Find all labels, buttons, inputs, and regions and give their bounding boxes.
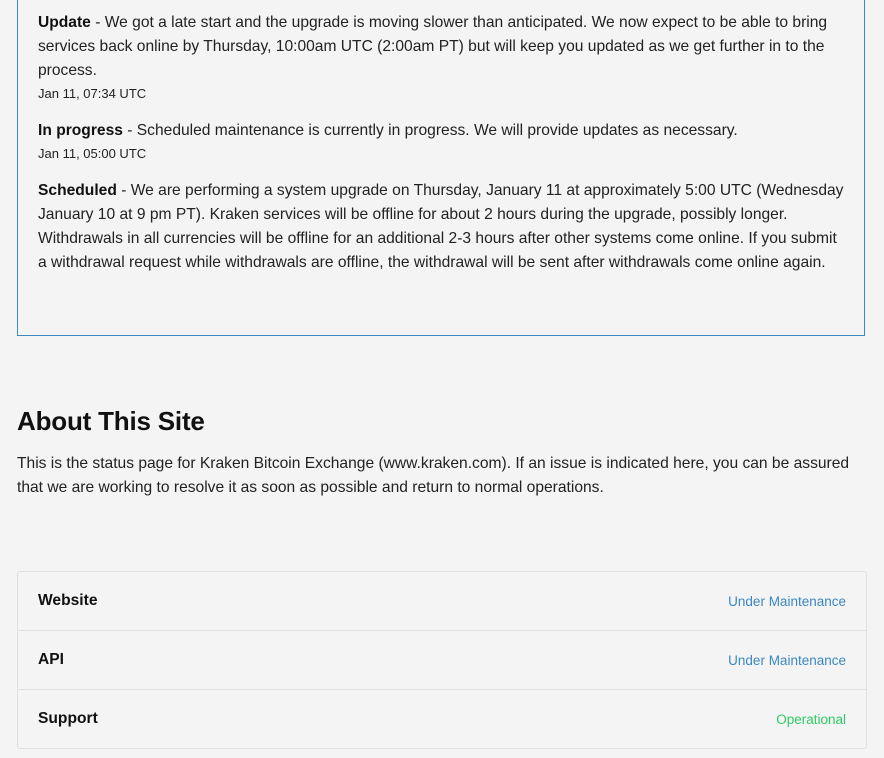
update-separator: - [90, 14, 105, 31]
incident-update: Update - We got a late start and the upg… [38, 11, 844, 104]
component-row-support: Support Operational [18, 690, 866, 748]
about-title: About This Site [17, 406, 205, 436]
update-separator: - [116, 182, 131, 199]
update-message: Scheduled maintenance is currently in pr… [136, 122, 738, 139]
component-status: Under Maintenance [728, 652, 846, 668]
components-list: Website Under Maintenance API Under Main… [17, 571, 867, 749]
update-separator: - [122, 122, 137, 139]
incident-updates-panel: Update - We got a late start and the upg… [17, 0, 865, 336]
component-row-website: Website Under Maintenance [18, 572, 866, 631]
update-timestamp: Jan 11, 05:00 UTC [38, 146, 147, 161]
update-body: Update - We got a late start and the upg… [38, 11, 844, 83]
about-text: This is the status page for Kraken Bitco… [17, 455, 850, 496]
component-name: Website [38, 592, 98, 609]
update-message: We got a late start and the upgrade is m… [38, 14, 828, 79]
update-body: Scheduled - We are performing a system u… [38, 179, 844, 275]
component-name: API [38, 651, 64, 668]
update-status: In progress [38, 122, 123, 139]
component-status: Under Maintenance [728, 593, 846, 609]
component-row-api: API Under Maintenance [18, 631, 866, 690]
component-name: Support [38, 710, 98, 727]
update-status: Scheduled [38, 182, 117, 199]
component-status: Operational [776, 711, 846, 727]
update-message: We are performing a system upgrade on Th… [38, 182, 844, 271]
incident-update: In progress - Scheduled maintenance is c… [38, 119, 844, 164]
update-timestamp: Jan 11, 07:34 UTC [38, 86, 147, 101]
update-body: In progress - Scheduled maintenance is c… [38, 119, 844, 143]
incident-update: Scheduled - We are performing a system u… [38, 179, 844, 275]
update-status: Update [38, 14, 91, 31]
